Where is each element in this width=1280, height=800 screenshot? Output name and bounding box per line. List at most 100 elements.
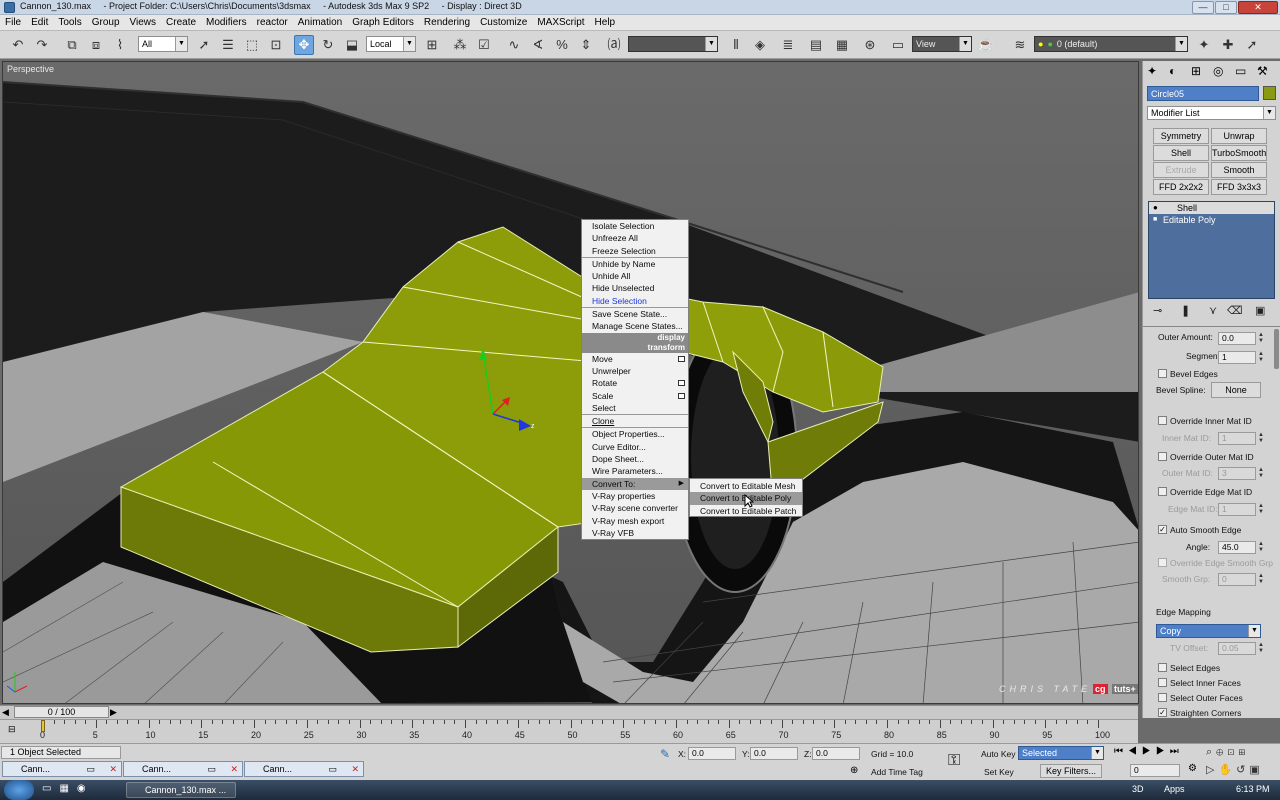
browser-icon[interactable]: ◉ [77,783,94,794]
quick-render-icon[interactable]: ☕ [976,35,996,55]
auto-smooth-edge-checkbox[interactable]: ✓ [1158,525,1167,534]
menu-item-hide-unselected[interactable]: Hide Unselected [582,282,688,294]
current-frame-field[interactable]: 0 [1130,764,1180,777]
inner-mat-id-spinner[interactable]: 1 [1218,432,1256,445]
add-time-tag-button[interactable]: Add Time Tag [871,767,923,777]
spinner-arrows-icon[interactable]: ▲ ▼ [1257,351,1265,364]
menu-item-vray-properties[interactable]: V-Ray properties [582,490,688,502]
override-inner-mat-checkbox[interactable] [1158,416,1167,425]
track-bar[interactable]: ⊟ 0 5 10 15 20 25 30 35 40 45 50 55 60 65 70 75 80 85 90 95… [0,719,1138,743]
menu-group[interactable]: Group [87,15,125,28]
time-configuration-icon[interactable]: ⚙ [1188,763,1197,774]
maximize-viewport-icon[interactable]: ▣ [1249,764,1263,776]
time-slider-thumb[interactable]: 0 / 100 [14,706,109,718]
restore-icon[interactable]: ▭ [207,762,216,776]
menu-item-convert-to[interactable]: Convert To: ▶ [582,477,688,490]
field-of-view-icon[interactable]: ▷ [1206,764,1218,776]
keyboard-shortcut-override-icon[interactable]: ☑ [474,35,494,55]
outer-amount-spinner[interactable]: 0.0 [1218,332,1256,345]
next-frame-icon[interactable]: ▶ [1156,746,1170,757]
menu-edit[interactable]: Edit [26,15,53,28]
tray-3d[interactable]: 3D [1132,784,1144,794]
menu-animation[interactable]: Animation [293,15,347,28]
bevel-edges-checkbox[interactable] [1158,369,1167,378]
x-coordinate-field[interactable]: 0.0 [688,747,736,760]
tray-apps[interactable]: Apps [1164,784,1185,794]
panel-scrollbar[interactable] [1274,329,1279,369]
menu-tools[interactable]: Tools [53,15,86,28]
spinner-arrows-icon[interactable]: ▲ ▼ [1257,332,1265,345]
bevel-spline-button[interactable]: None [1211,382,1261,398]
render-view-dropdown[interactable]: View ▼ [912,36,972,52]
display-tab-icon[interactable]: ▭ [1235,64,1246,78]
go-to-end-icon[interactable]: ⏭ [1170,746,1184,757]
menu-item-vray-scene-converter[interactable]: V-Ray scene converter [582,502,688,514]
ffd-3x3x3-button[interactable]: FFD 3x3x3 [1211,179,1267,195]
viewport-label[interactable]: Perspective [7,64,54,74]
object-name-field[interactable]: Circle05 [1147,86,1259,101]
current-frame-marker[interactable] [41,720,45,732]
menu-item-hide-selection[interactable]: Hide Selection [582,295,688,307]
layer-dropdown[interactable]: ● ● 0 (default) ▼ [1034,36,1188,52]
explorer-icon[interactable]: ▦ [59,783,76,794]
named-selection-sets-dropdown[interactable]: ▼ [628,36,718,52]
menu-item-select[interactable]: Select [582,402,688,414]
turbosmooth-button[interactable]: TurboSmooth [1211,145,1267,161]
menu-customize[interactable]: Customize [475,15,532,28]
modify-tab-icon[interactable]: ◐ [1169,64,1176,78]
menu-reactor[interactable]: reactor [252,15,293,28]
menu-item-unfreeze-all[interactable]: Unfreeze All [582,232,688,244]
menu-help[interactable]: Help [590,15,621,28]
expand-icon[interactable]: ■ [1153,214,1157,226]
motion-tab-icon[interactable]: ◎ [1213,64,1223,78]
stack-item-editable-poly[interactable]: ■ Editable Poly [1149,214,1274,226]
time-slider[interactable]: ◀ 0 / 100 ▶ [0,705,1138,719]
spinner-arrows-icon[interactable]: ▲ ▼ [1257,573,1265,586]
layers-icon[interactable]: ≋ [1010,35,1030,55]
start-button[interactable] [4,780,34,800]
menu-item-vray-vfb[interactable]: V-Ray VFB [582,527,688,539]
zoom-icon[interactable]: ⌕ [1206,746,1216,758]
minimize-button[interactable]: — [1192,1,1214,14]
menu-item-dope-sheet[interactable]: Dope Sheet... [582,453,688,465]
z-coordinate-field[interactable]: 0.0 [812,747,860,760]
close-icon[interactable]: ✕ [351,762,359,776]
angle-snap-icon[interactable]: ∢ [528,35,548,55]
select-edges-checkbox[interactable] [1158,663,1167,672]
auto-key-button[interactable]: Auto Key [981,749,1016,759]
add-to-layer-icon[interactable]: ✚ [1218,35,1238,55]
render-setup-icon[interactable]: ▭ [888,35,908,55]
remove-modifier-icon[interactable]: ⌫ [1227,304,1243,317]
menu-item-unhide-all[interactable]: Unhide All [582,270,688,282]
time-slider-next-icon[interactable]: ▶ [110,707,117,718]
lightbulb-icon[interactable]: ● [1153,202,1158,214]
modifier-list-dropdown[interactable]: Modifier List ▼ [1147,106,1276,120]
scale-icon[interactable]: ⬓ [342,35,362,55]
window-crossing-icon[interactable]: ⊡ [266,35,286,55]
override-edge-mat-checkbox[interactable] [1158,487,1167,496]
key-icon[interactable]: ⚿ [948,752,960,770]
time-tag-icon[interactable]: ⊕ [850,765,858,776]
menu-item-unhide-by-name[interactable]: Unhide by Name [582,258,688,270]
close-icon[interactable]: ✕ [109,762,117,776]
make-unique-icon[interactable]: ⋎ [1209,304,1217,317]
lock-selection-icon[interactable]: ✎ [660,747,670,761]
menu-item-rotate[interactable]: Rotate [582,377,688,389]
angle-spinner[interactable]: 45.0 [1218,541,1256,554]
set-key-button[interactable]: Set Key [984,767,1014,777]
override-outer-mat-checkbox[interactable] [1158,452,1167,461]
bind-space-warp-icon[interactable]: ⌇ [110,35,130,55]
menu-item-unwrelper[interactable]: Unwrelper [582,365,688,377]
snaps-toggle-icon[interactable]: ∿ [504,35,524,55]
play-icon[interactable]: ▶ [1142,746,1156,757]
tv-offset-spinner[interactable]: 0.05 [1218,642,1256,655]
select-outer-faces-checkbox[interactable] [1158,693,1167,702]
extrude-button[interactable]: Extrude [1153,162,1209,178]
menu-item-freeze-selection[interactable]: Freeze Selection [582,245,688,257]
create-tab-icon[interactable]: ✦ [1147,64,1157,78]
utilities-tab-icon[interactable]: ⚒ [1257,64,1268,78]
select-layer-icon[interactable]: ➚ [1242,35,1262,55]
taskbar-item-3dsmax[interactable]: Cannon_130.max ... [126,782,236,798]
menu-modifiers[interactable]: Modifiers [201,15,252,28]
selection-filter-dropdown[interactable]: All ▼ [138,36,188,52]
